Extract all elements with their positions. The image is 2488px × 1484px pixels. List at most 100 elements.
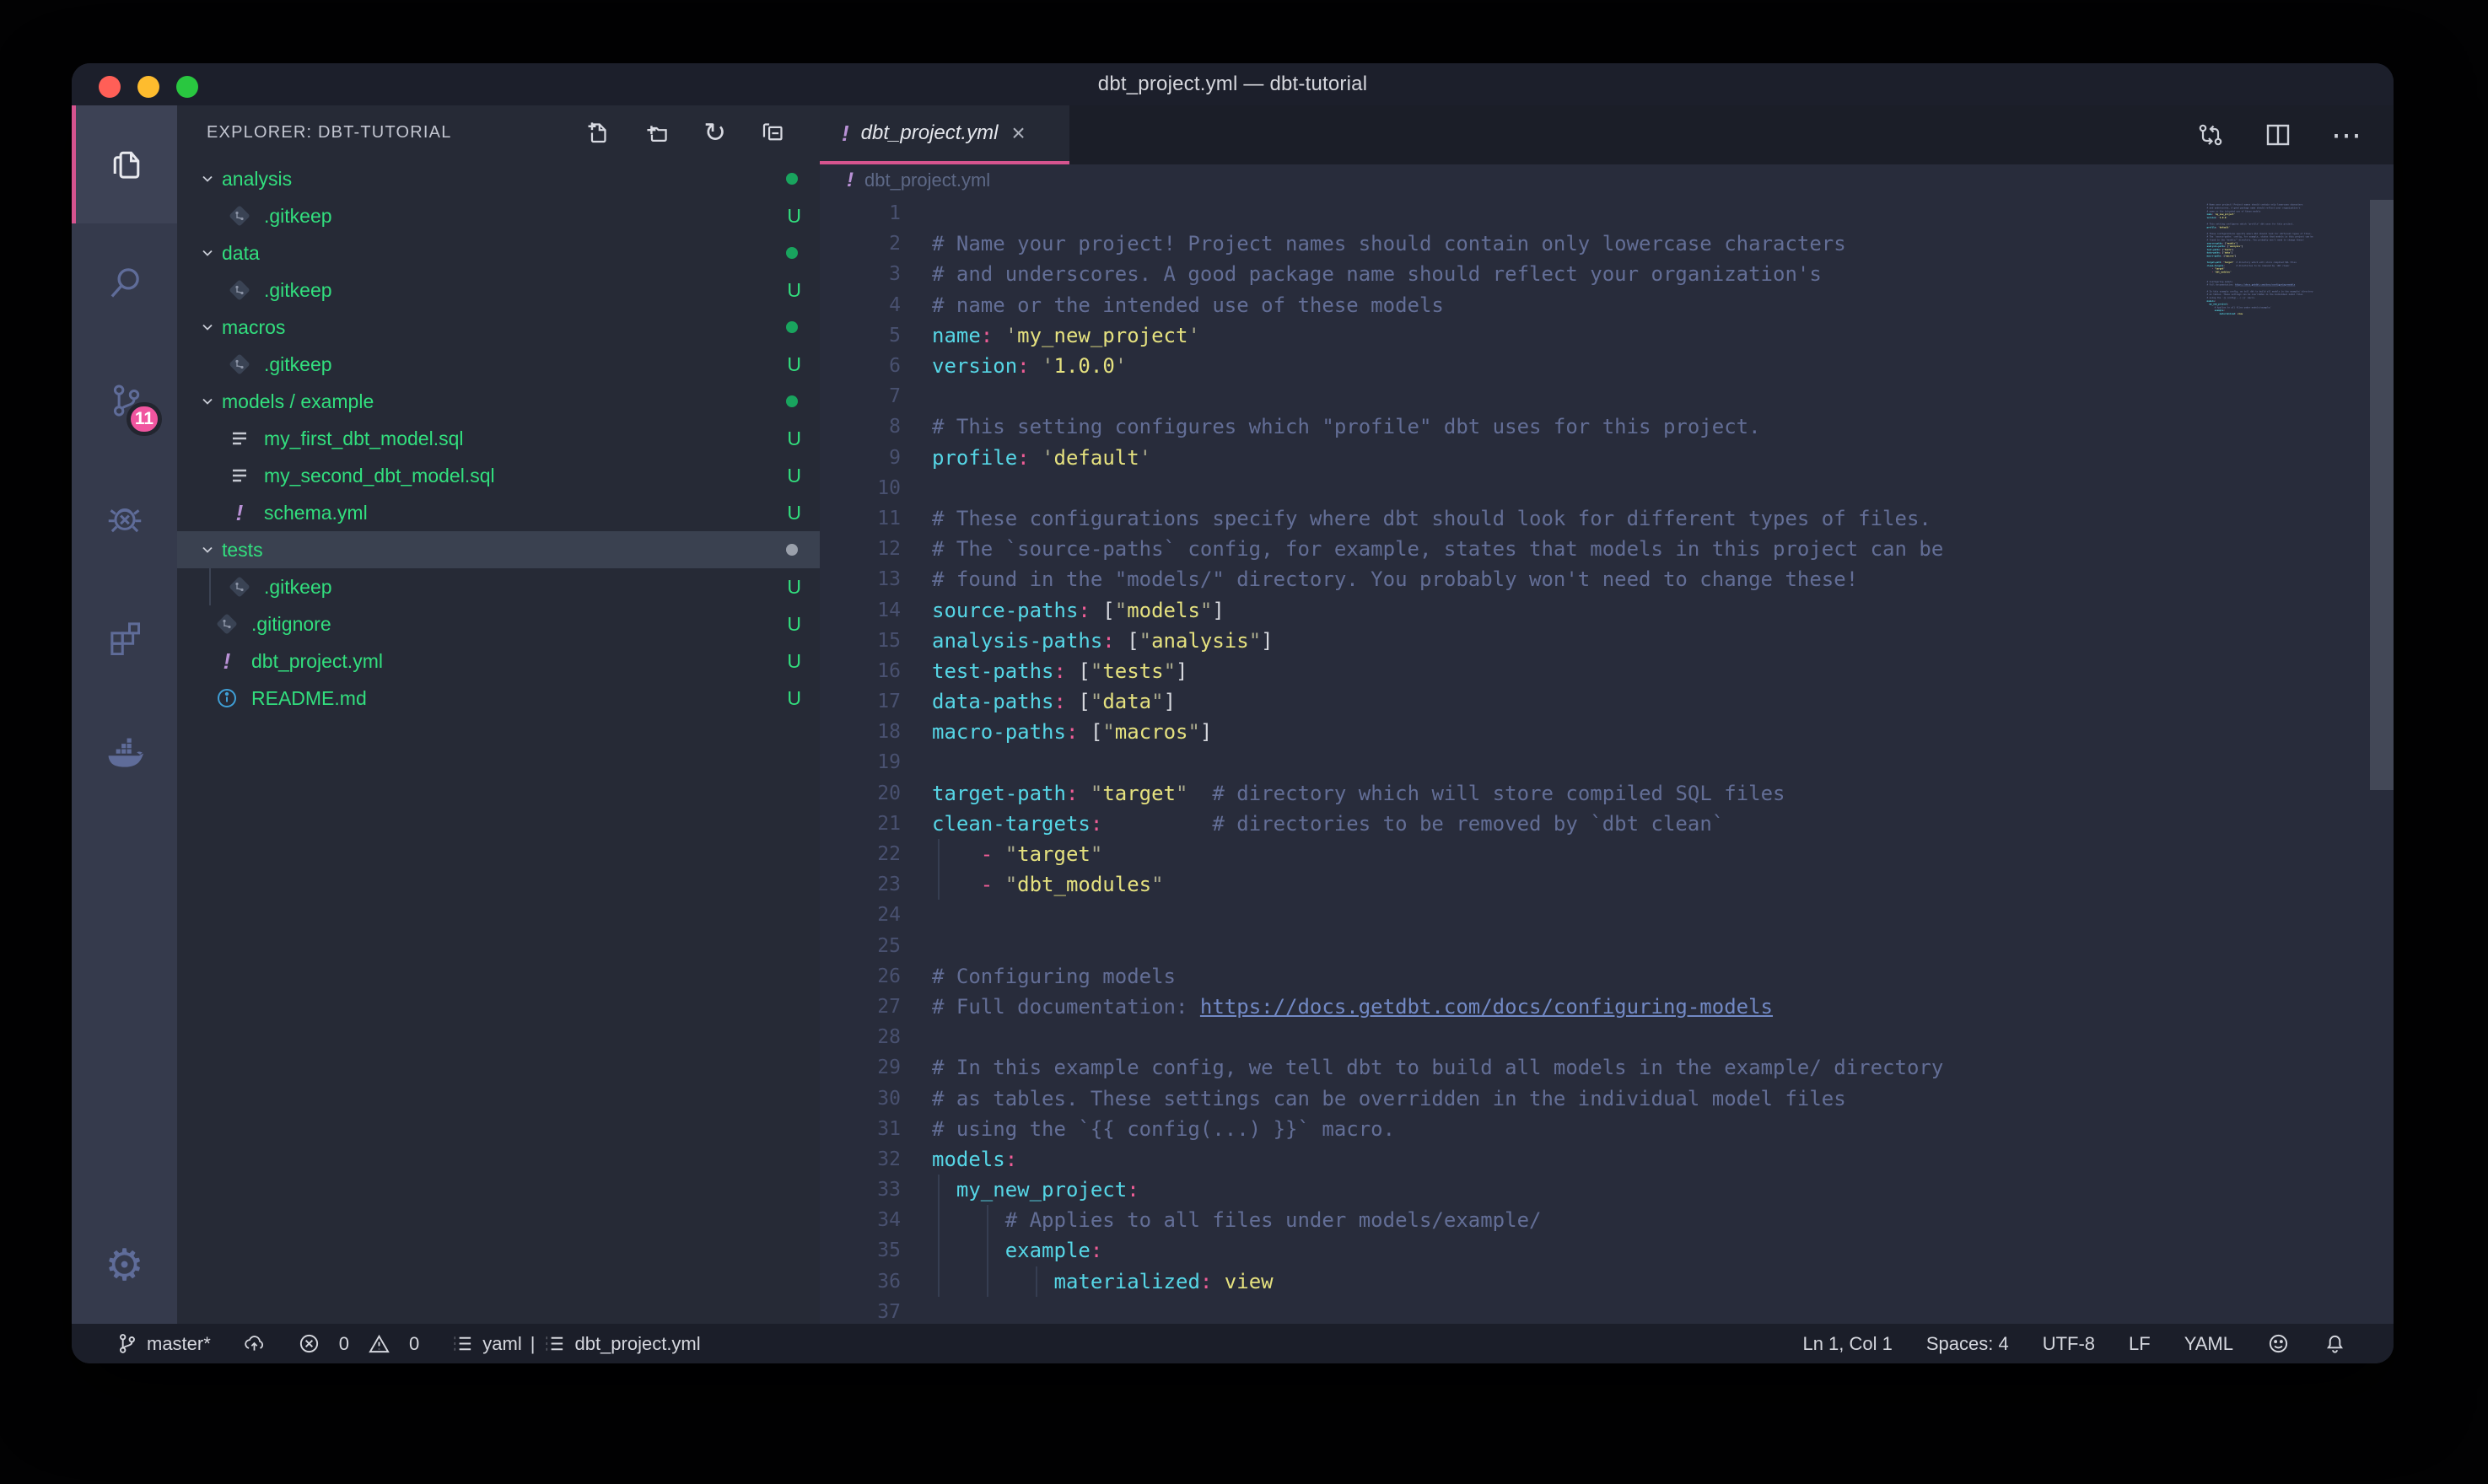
code-line-8[interactable]: 8# This setting configures which "profil… (820, 411, 2394, 442)
new-file-icon[interactable] (584, 120, 610, 146)
encoding[interactable]: UTF-8 (2043, 1333, 2095, 1355)
tree-item-data[interactable]: data (177, 234, 820, 272)
feedback-smiley-icon[interactable] (2267, 1332, 2290, 1355)
git-branch-status[interactable]: master* (116, 1332, 211, 1355)
git-status-badge: U (787, 613, 801, 636)
chevron-down-icon (201, 395, 214, 408)
folder-label: macros (222, 316, 285, 339)
tree-item-readme-md[interactable]: README.mdU (177, 680, 820, 717)
code-line-37[interactable]: 37 (2206, 315, 2367, 319)
publish-changes-button[interactable] (243, 1332, 266, 1355)
code-line-5[interactable]: 5name: 'my_new_project' (820, 320, 2394, 351)
close-window-button[interactable] (99, 76, 121, 98)
code-line-12[interactable]: 12# The `source-paths` config, for examp… (820, 534, 2394, 564)
code-line-15[interactable]: 15analysis-paths: ["analysis"] (820, 626, 2394, 656)
code-line-28[interactable]: 28 (820, 1022, 2394, 1052)
code-line-23[interactable]: 23 - "dbt_modules" (820, 869, 2394, 900)
activity-debug[interactable] (72, 460, 177, 578)
problems-status[interactable]: 0 0 (298, 1332, 420, 1355)
collapse-all-icon[interactable] (760, 120, 786, 146)
cursor-position[interactable]: Ln 1, Col 1 (1802, 1333, 1892, 1355)
status-bar: master* 0 0 (72, 1324, 2394, 1363)
tree-item-analysis[interactable]: analysis (177, 160, 820, 197)
vertical-scrollbar[interactable] (2370, 200, 2394, 790)
breadcrumb[interactable]: ! dbt_project.yml (820, 164, 2394, 196)
code-line-11[interactable]: 11# These configurations specify where d… (820, 503, 2394, 534)
code-line-16[interactable]: 16test-paths: ["tests"] (820, 656, 2394, 686)
tree-item-macros[interactable]: macros (177, 309, 820, 346)
code-line-22[interactable]: 22 - "target" (820, 839, 2394, 869)
breadcrumb-file: dbt_project.yml (864, 169, 990, 191)
line-text: analysis-paths: ["analysis"] (901, 629, 1274, 653)
code-line-20[interactable]: 20target-path: "target" # directory whic… (820, 778, 2394, 809)
notifications-bell-icon[interactable] (2324, 1332, 2346, 1355)
code-line-19[interactable]: 19 (820, 747, 2394, 777)
eol-sequence[interactable]: LF (2129, 1333, 2151, 1355)
indent-guide (987, 1205, 988, 1235)
code-line-13[interactable]: 13# found in the "models/" directory. Yo… (820, 564, 2394, 594)
code-line-10[interactable]: 10 (820, 473, 2394, 503)
refresh-icon[interactable]: ↻ (703, 120, 726, 146)
yaml-schema-status[interactable]: yaml | dbt_project.yml (451, 1332, 700, 1355)
code-line-9[interactable]: 9profile: 'default' (820, 443, 2394, 473)
folder-label: data (222, 242, 260, 265)
open-changes-icon[interactable] (2196, 121, 2225, 149)
code-line-7[interactable]: 7 (820, 381, 2394, 411)
code-line-21[interactable]: 21clean-targets: # directories to be rem… (820, 809, 2394, 839)
tree-item--gitignore[interactable]: .gitignoreU (177, 605, 820, 643)
code-line-2[interactable]: 2# Name your project! Project names shou… (820, 229, 2394, 259)
tab-dbt-project-yml[interactable]: ! dbt_project.yml × (820, 105, 1069, 164)
activity-extensions[interactable] (72, 578, 177, 696)
tree-item-dbt-project-yml[interactable]: !dbt_project.ymlU (177, 643, 820, 680)
code-line-4[interactable]: 4# name or the intended use of these mod… (820, 290, 2394, 320)
tree-item--gitkeep[interactable]: .gitkeepU (177, 272, 820, 309)
chevron-down-icon (201, 320, 214, 334)
activity-settings[interactable]: ⚙ (72, 1219, 177, 1312)
code-line-18[interactable]: 18macro-paths: ["macros"] (820, 717, 2394, 747)
tree-item--gitkeep[interactable]: .gitkeepU (177, 197, 820, 234)
language-mode[interactable]: YAML (2184, 1333, 2233, 1355)
tree-item-my-second-dbt-model-sql[interactable]: my_second_dbt_model.sqlU (177, 457, 820, 494)
minimap[interactable]: 12# Name your project! Project names sho… (2206, 200, 2368, 638)
code-line-29[interactable]: 29# In this example config, we tell dbt … (820, 1052, 2394, 1083)
code-line-27[interactable]: 27# Full documentation: https://docs.get… (820, 992, 2394, 1022)
activity-docker[interactable] (72, 696, 177, 814)
tree-item--gitkeep[interactable]: .gitkeepU (177, 346, 820, 383)
code-line-35[interactable]: 35 example: (820, 1235, 2394, 1266)
tree-item-tests[interactable]: tests (177, 531, 820, 568)
code-line-36[interactable]: 36 materialized: view (820, 1266, 2394, 1297)
code-line-26[interactable]: 26# Configuring models (820, 961, 2394, 992)
new-folder-icon[interactable] (644, 120, 670, 146)
code-line-31[interactable]: 31# using the `{{ config(...) }}` macro. (820, 1114, 2394, 1144)
code-line-30[interactable]: 30# as tables. These settings can be ove… (820, 1083, 2394, 1113)
minimize-window-button[interactable] (137, 76, 159, 98)
title-bar[interactable]: dbt_project.yml — dbt-tutorial (72, 63, 2394, 105)
code-line-34[interactable]: 34 # Applies to all files under models/e… (820, 1205, 2394, 1235)
code-line-25[interactable]: 25 (820, 931, 2394, 961)
split-editor-icon[interactable] (2264, 121, 2292, 149)
code-line-32[interactable]: 32models: (820, 1144, 2394, 1175)
code-line-37[interactable]: 37 (820, 1297, 2394, 1324)
code-line-24[interactable]: 24 (820, 900, 2394, 930)
code-line-1[interactable]: 1 (820, 198, 2394, 229)
file-tree: analysis.gitkeepUdata.gitkeepUmacros.git… (177, 160, 820, 1324)
tree-item-schema-yml[interactable]: !schema.ymlU (177, 494, 820, 531)
code-line-33[interactable]: 33 my_new_project: (820, 1175, 2394, 1205)
activity-explorer[interactable] (72, 105, 177, 223)
indentation[interactable]: Spaces: 4 (1926, 1333, 2009, 1355)
more-actions-icon[interactable]: ⋯ (2331, 117, 2363, 153)
close-tab-icon[interactable]: × (1011, 120, 1025, 147)
code-line-17[interactable]: 17data-paths: ["data"] (820, 686, 2394, 717)
tree-item--gitkeep[interactable]: .gitkeepU (177, 568, 820, 605)
code-editor[interactable]: 12# Name your project! Project names sho… (820, 196, 2394, 1324)
tree-item-my-first-dbt-model-sql[interactable]: my_first_dbt_model.sqlU (177, 420, 820, 457)
code-line-14[interactable]: 14source-paths: ["models"] (820, 594, 2394, 625)
line-text: # Applies to all files under models/exam… (901, 1208, 1541, 1232)
line-text: # Configuring models (901, 965, 1176, 988)
activity-source-control[interactable]: 11 (72, 341, 177, 460)
activity-search[interactable] (72, 223, 177, 341)
tree-item-models-example[interactable]: models / example (177, 383, 820, 420)
zoom-window-button[interactable] (176, 76, 198, 98)
code-line-6[interactable]: 6version: '1.0.0' (820, 351, 2394, 381)
code-line-3[interactable]: 3# and underscores. A good package name … (820, 259, 2394, 289)
